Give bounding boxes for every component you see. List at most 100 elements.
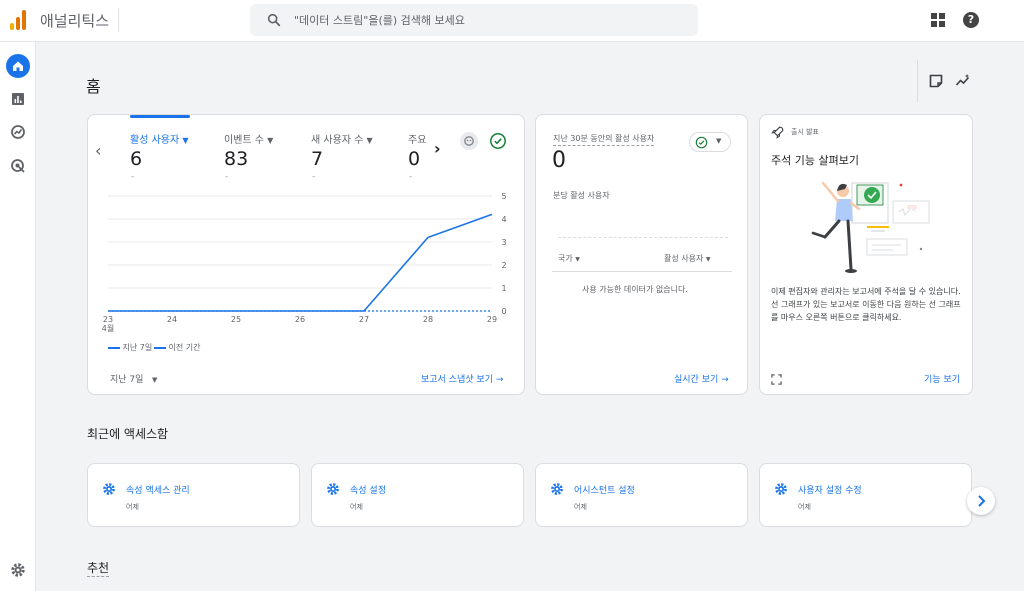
legend-item-current: 지난 7일: [108, 342, 152, 353]
empty-state-text: 사용 가능한 데이터가 없습니다.: [582, 285, 688, 294]
recent-item-assistant-settings[interactable]: 어시스턴트 설정 어제: [535, 463, 748, 527]
whats-new-description: 이제 편집자와 관리자는 보고서에 주석을 달 수 있습니다. 선 그래프가 있…: [771, 287, 961, 322]
recent-next-button[interactable]: [967, 487, 995, 515]
gear-icon: [327, 483, 339, 495]
recent-item-label: 속성 설정: [350, 486, 386, 496]
active-tab-indicator: [130, 115, 190, 118]
tab-event-count[interactable]: 이벤트 수 ▼: [224, 131, 273, 146]
page-title: 홈: [86, 77, 101, 96]
caret-down-icon: ▼: [575, 256, 580, 263]
tab-new-users[interactable]: 새 사용자 수 ▼: [311, 131, 373, 146]
gear-icon: [775, 483, 787, 495]
help-icon[interactable]: ?: [963, 12, 979, 28]
release-tag: 출시 발표: [791, 128, 819, 136]
left-nav-rail: [0, 42, 36, 591]
title-divider: [118, 8, 119, 32]
active-users-line-chart: 01234523 24 25 26 27 28 294월: [102, 192, 507, 333]
metric-sub: -: [131, 172, 135, 182]
metric-value: 7: [311, 148, 324, 170]
arrow-right-icon: →: [721, 375, 729, 385]
chevron-right-icon: [978, 495, 986, 507]
recent-item-user-settings[interactable]: 사용자 설정 수정 어제: [759, 463, 972, 527]
analytics-logo-icon[interactable]: [10, 10, 28, 30]
realtime-label: 지난 30분 동안의 활성 사용자: [553, 133, 655, 146]
recent-item-property-settings[interactable]: 속성 설정 어제: [311, 463, 524, 527]
x-tick-label: 26: [295, 315, 305, 324]
x-month-label: 4월: [102, 323, 114, 333]
chevron-right-icon[interactable]: ›: [434, 139, 441, 158]
view-feature-link[interactable]: 기능 보기: [924, 372, 960, 385]
apps-grid-icon[interactable]: [931, 13, 945, 27]
y-tick-label: 0: [501, 307, 506, 316]
x-tick-label: 29: [487, 315, 497, 324]
x-tick-label: 27: [359, 315, 369, 324]
realtime-link[interactable]: 실시간 보기 →: [674, 372, 729, 385]
series-line-last-7-days: [108, 213, 493, 312]
legend-item-previous: 이전 기간: [154, 342, 201, 353]
explore-icon[interactable]: [10, 124, 26, 140]
whats-new-title: 주석 기능 살펴보기: [771, 154, 859, 167]
search-input[interactable]: "데이터 스트림"을(를) 검색해 보세요: [294, 12, 465, 28]
date-range-select[interactable]: 지난 7일 ▼: [110, 372, 157, 385]
recent-item-label: 어시스턴트 설정: [574, 486, 635, 496]
chevron-left-icon[interactable]: ‹: [95, 141, 101, 160]
y-tick-label: 3: [501, 238, 506, 247]
metric-value: 6: [130, 148, 143, 170]
annotation-illustration: [811, 181, 930, 273]
country-column[interactable]: 국가 ▼: [558, 253, 580, 264]
fullscreen-icon[interactable]: [771, 374, 782, 385]
recent-item-label: 속성 액세스 관리: [126, 486, 190, 496]
tab-active-users[interactable]: 활성 사용자 ▼: [130, 131, 189, 146]
recent-item-time: 어제: [798, 503, 811, 511]
caret-down-icon: ▼: [716, 137, 722, 145]
y-tick-label: 2: [501, 261, 506, 270]
caret-down-icon: ▼: [267, 136, 274, 145]
arrow-right-icon: →: [495, 375, 504, 385]
per-minute-label: 분당 활성 사용자: [553, 191, 610, 200]
recent-item-time: 어제: [126, 503, 139, 511]
gear-icon: [551, 483, 563, 495]
insight-badge-icon[interactable]: [460, 132, 478, 150]
check-circle-icon[interactable]: [489, 132, 507, 150]
metric-sub: -: [225, 172, 229, 182]
recommended-section-title: 추천: [87, 561, 110, 577]
reports-icon[interactable]: [10, 91, 26, 107]
app-title[interactable]: 애널리틱스: [40, 10, 109, 31]
rocket-icon: [771, 126, 784, 139]
tab-key-events[interactable]: 주요: [408, 131, 426, 146]
active-users-column[interactable]: 활성 사용자 ▼: [664, 253, 711, 264]
notes-icon[interactable]: [928, 73, 944, 89]
search-bar[interactable]: "데이터 스트림"을(를) 검색해 보세요: [250, 4, 698, 36]
gear-icon[interactable]: [10, 562, 26, 578]
caret-down-icon: ▼: [366, 136, 373, 145]
metric-sub: -: [409, 172, 413, 182]
legend-swatch-dashed: [154, 346, 166, 349]
y-tick-label: 5: [501, 192, 506, 201]
report-snapshot-link[interactable]: 보고서 스냅샷 보기 →: [421, 372, 503, 385]
y-tick-label: 4: [501, 215, 506, 224]
metric-value: 83: [224, 148, 249, 170]
search-icon: [267, 13, 281, 27]
x-tick-label: 28: [423, 315, 433, 324]
recent-item-label: 사용자 설정 수정: [798, 486, 862, 496]
realtime-value: 0: [552, 148, 566, 173]
recent-item-property-access[interactable]: 속성 액세스 관리 어제: [87, 463, 300, 527]
recent-item-time: 어제: [574, 503, 587, 511]
top-app-bar: 애널리틱스 "데이터 스트림"을(를) 검색해 보세요 ?: [0, 0, 1024, 42]
realtime-status-select[interactable]: ▼: [689, 132, 731, 152]
recent-item-time: 어제: [350, 503, 363, 511]
x-tick-label: 24: [167, 315, 177, 324]
y-tick-label: 1: [501, 284, 506, 293]
advertising-icon[interactable]: [10, 158, 26, 174]
x-tick-label: 23: [103, 315, 113, 324]
header-divider: [917, 60, 918, 102]
caret-down-icon: ▼: [705, 256, 711, 263]
home-icon[interactable]: [6, 54, 30, 78]
per-minute-sparkline: [558, 237, 728, 238]
legend-swatch-solid: [108, 346, 120, 349]
caret-down-icon: ▼: [182, 136, 189, 145]
insights-icon[interactable]: [955, 73, 971, 89]
check-circle-icon: [695, 136, 708, 149]
caret-down-icon: ▼: [152, 376, 158, 384]
metric-value: 0: [408, 148, 421, 170]
